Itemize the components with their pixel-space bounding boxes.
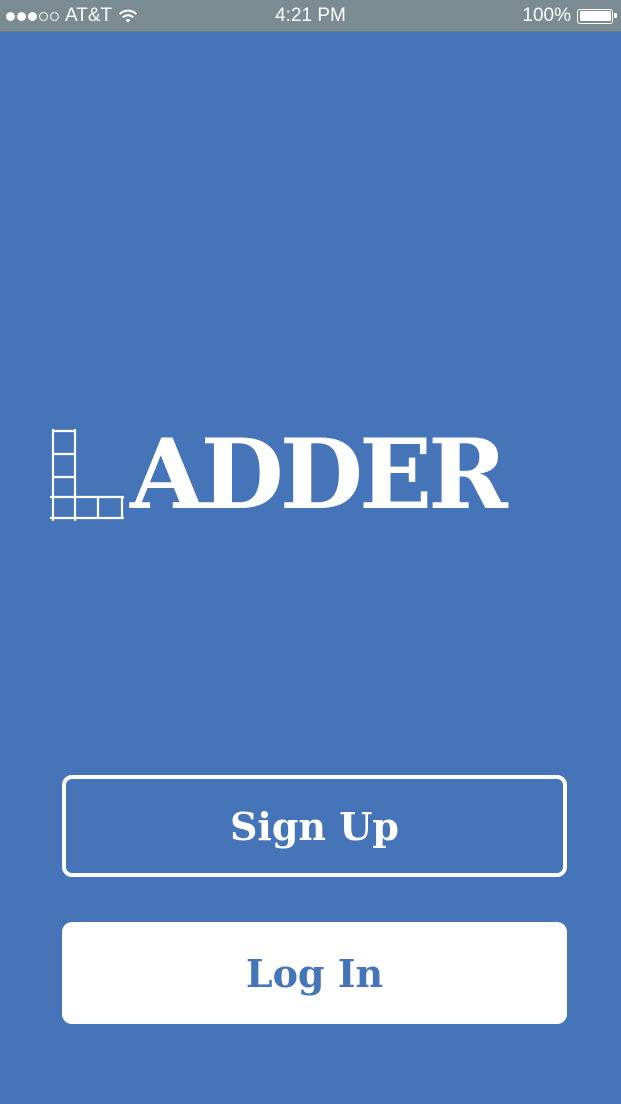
status-right: 100% <box>522 5 617 27</box>
status-bar: AT&T 4:21 PM 100% <box>0 0 621 32</box>
logo-wordmark: ADDER <box>130 418 508 531</box>
log-in-label: Log In <box>245 950 384 996</box>
ladder-icon <box>50 429 124 521</box>
app-logo: ADDER <box>50 427 580 523</box>
log-in-button[interactable]: Log In <box>62 922 567 1024</box>
battery-percent: 100% <box>522 5 571 26</box>
sign-up-label: Sign Up <box>229 803 399 849</box>
battery-fill <box>579 11 611 21</box>
sign-up-button[interactable]: Sign Up <box>62 775 567 877</box>
battery-icon <box>577 8 617 24</box>
